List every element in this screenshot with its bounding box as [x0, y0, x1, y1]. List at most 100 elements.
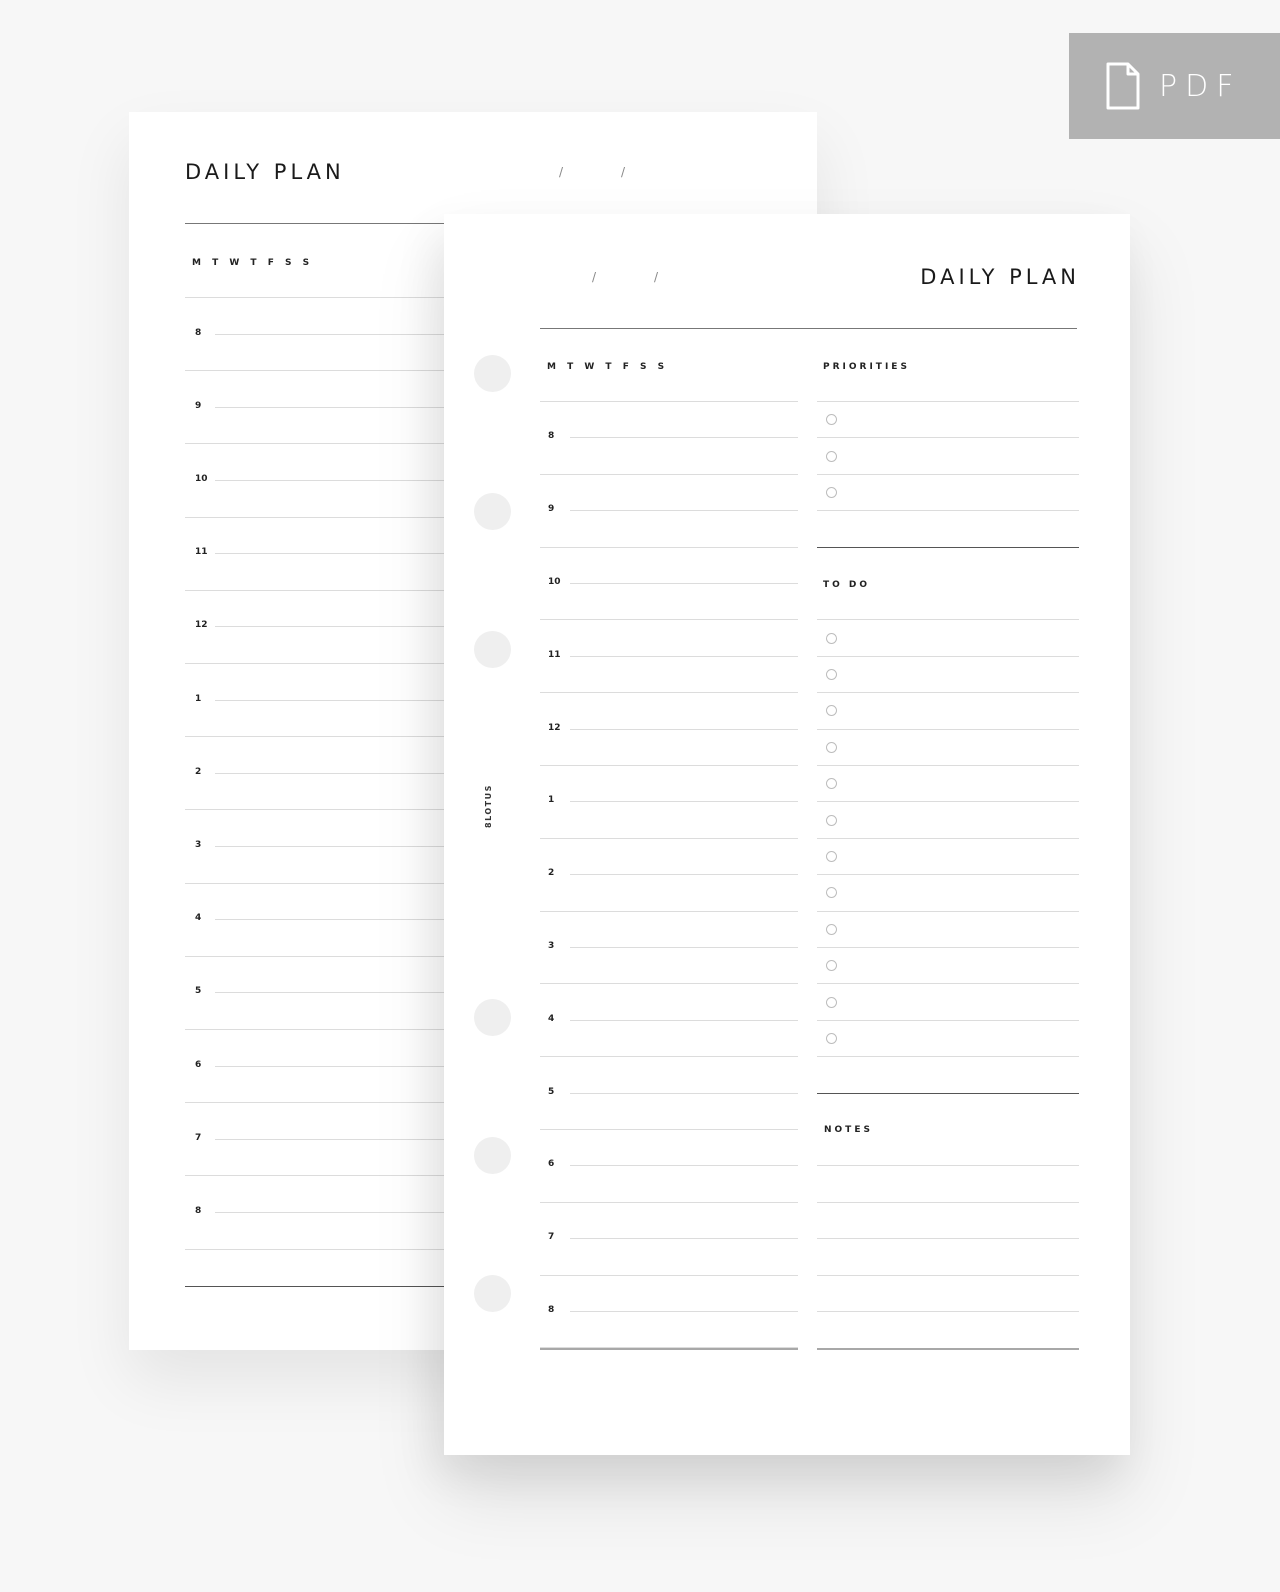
todo-checkbox[interactable]	[826, 1033, 837, 1044]
todo-heading: TO DO	[823, 580, 871, 590]
binder-hole	[474, 999, 511, 1036]
binder-hole	[474, 1275, 511, 1312]
hour-line[interactable]	[540, 1274, 798, 1276]
notes-line[interactable]	[817, 1274, 1079, 1276]
priority-line[interactable]	[817, 437, 1079, 439]
todo-line[interactable]	[817, 947, 1079, 948]
notes-line[interactable]	[817, 1238, 1079, 1240]
todo-checkbox[interactable]	[826, 778, 837, 790]
todo-checkbox[interactable]	[826, 996, 837, 1008]
hour-label: 1	[548, 795, 555, 806]
hour-label: 8	[195, 327, 202, 338]
half-hour-line[interactable]	[570, 437, 798, 439]
hour-label: 5	[195, 986, 202, 997]
half-hour-line[interactable]	[570, 1165, 798, 1167]
half-hour-line[interactable]	[570, 1238, 798, 1240]
notes-line[interactable]	[817, 1165, 1079, 1167]
todo-line[interactable]	[817, 655, 1079, 657]
todo-line[interactable]	[817, 983, 1079, 985]
todo-line[interactable]	[817, 619, 1079, 621]
todo-checkbox[interactable]	[826, 887, 837, 899]
todo-line[interactable]	[817, 728, 1079, 730]
priority-checkbox[interactable]	[826, 450, 837, 462]
priorities-heading: PRIORITIES	[823, 362, 910, 372]
hour-line[interactable]	[540, 837, 798, 839]
half-hour-line[interactable]	[570, 1019, 798, 1021]
file-icon	[1106, 62, 1140, 110]
weekday-selector[interactable]: M T W T F S S	[192, 258, 313, 268]
todo-checkbox[interactable]	[826, 741, 837, 753]
todo-line[interactable]	[817, 874, 1079, 876]
hour-label: 12	[195, 620, 208, 631]
bottom-divider	[817, 1348, 1079, 1351]
todo-line[interactable]	[817, 837, 1079, 839]
half-hour-line[interactable]	[570, 655, 798, 657]
hour-label: 9	[548, 504, 555, 515]
hour-label: 8	[195, 1206, 202, 1216]
half-hour-line[interactable]	[570, 1092, 798, 1094]
binder-hole	[474, 493, 511, 530]
brand-logo: 8LOTUS	[484, 784, 493, 828]
hour-line[interactable]	[540, 692, 798, 694]
date-separator: /	[592, 270, 597, 284]
half-hour-line[interactable]	[570, 1311, 798, 1312]
row-divider	[540, 401, 798, 402]
hour-label: 6	[548, 1159, 555, 1170]
hour-label: 11	[195, 547, 208, 558]
page-title: DAILY PLAN	[185, 160, 345, 184]
front-planner-page: / / DAILY PLAN 8LOTUS M T W T F S S PRIO…	[444, 214, 1130, 1455]
todo-line[interactable]	[817, 692, 1079, 694]
todo-checkbox[interactable]	[826, 632, 837, 644]
half-hour-line[interactable]	[570, 947, 798, 948]
half-hour-line[interactable]	[570, 801, 798, 803]
hour-line[interactable]	[540, 1056, 798, 1058]
hour-line[interactable]	[540, 983, 798, 985]
half-hour-line[interactable]	[570, 510, 798, 512]
hour-line[interactable]	[540, 1129, 798, 1130]
priority-checkbox[interactable]	[826, 487, 837, 498]
todo-checkbox[interactable]	[826, 923, 837, 935]
todo-line[interactable]	[817, 1019, 1079, 1021]
todo-checkbox[interactable]	[826, 705, 837, 717]
date-separator: /	[621, 165, 626, 179]
date-separator: /	[559, 165, 564, 179]
notes-line[interactable]	[817, 1201, 1079, 1203]
pdf-badge: PDF	[1069, 33, 1280, 139]
priority-line[interactable]	[817, 473, 1079, 475]
hour-line[interactable]	[540, 619, 798, 621]
hour-label: 8	[548, 431, 555, 442]
half-hour-line[interactable]	[570, 874, 798, 876]
hour-label: 12	[548, 722, 561, 733]
priority-line[interactable]	[817, 401, 1079, 402]
binder-hole	[474, 355, 511, 392]
notes-line[interactable]	[817, 1311, 1079, 1312]
priority-checkbox[interactable]	[826, 414, 837, 426]
section-divider	[817, 1092, 1079, 1094]
pdf-label: PDF	[1159, 68, 1242, 104]
bottom-divider	[540, 1348, 798, 1351]
todo-line[interactable]	[817, 765, 1079, 766]
hour-line[interactable]	[540, 910, 798, 912]
hour-label: 2	[548, 868, 555, 879]
todo-checkbox[interactable]	[826, 960, 837, 972]
half-hour-line[interactable]	[570, 728, 798, 730]
todo-checkbox[interactable]	[826, 814, 837, 826]
weekday-selector[interactable]: M T W T F S S	[547, 362, 668, 372]
todo-checkbox[interactable]	[826, 669, 837, 680]
hour-line[interactable]	[540, 473, 798, 475]
hour-line[interactable]	[540, 546, 798, 548]
half-hour-line[interactable]	[570, 583, 798, 584]
hour-label: 3	[548, 941, 555, 951]
page-title: DAILY PLAN	[920, 265, 1080, 289]
todo-line[interactable]	[817, 801, 1079, 803]
hour-label: 11	[548, 649, 561, 660]
hour-label: 7	[195, 1132, 202, 1143]
binder-hole	[474, 1137, 511, 1174]
todo-line[interactable]	[817, 1056, 1079, 1058]
priority-line[interactable]	[817, 510, 1079, 512]
hour-line[interactable]	[540, 1201, 798, 1203]
hour-line[interactable]	[540, 765, 798, 766]
todo-checkbox[interactable]	[826, 851, 837, 862]
todo-line[interactable]	[817, 910, 1079, 912]
notes-heading: NOTES	[824, 1125, 873, 1135]
